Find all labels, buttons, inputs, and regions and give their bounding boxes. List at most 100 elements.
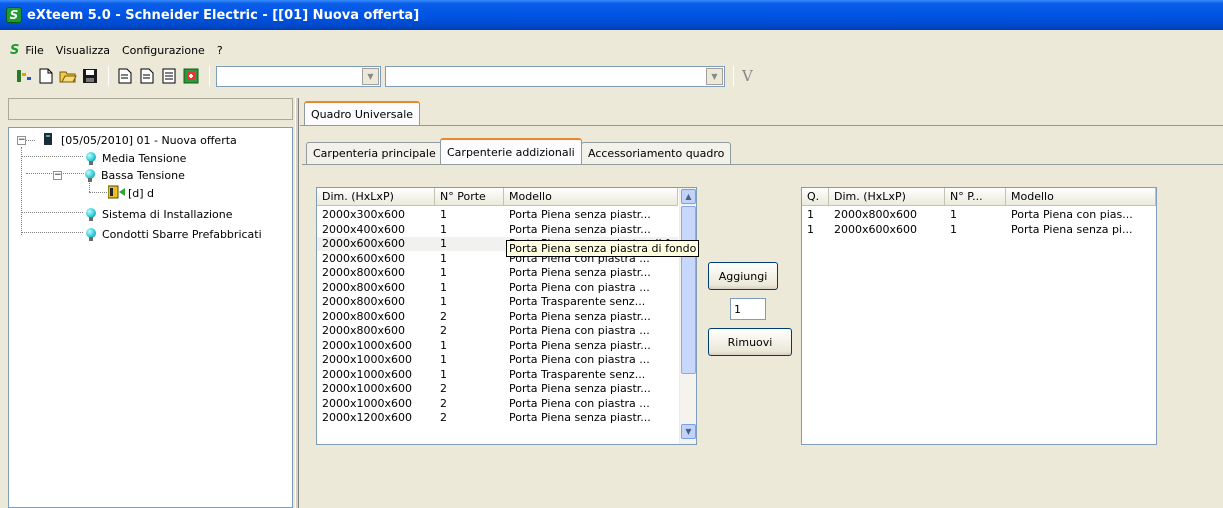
tab-strip-line	[302, 164, 1223, 165]
table-row[interactable]: 2000x1000x600 1 Porta Piena senza piastr..…	[317, 339, 678, 353]
tree-item-media-tensione[interactable]: Media Tensione	[86, 150, 186, 166]
tree-item-label: [d] d	[128, 186, 155, 200]
v-icon[interactable]: V	[742, 67, 753, 85]
cell-dimensions: 2000x1200x600	[322, 411, 413, 424]
filter-combo-2[interactable]: ▼	[385, 65, 725, 87]
tab-quadro-universale[interactable]: Quadro Universale	[304, 101, 421, 125]
cell-model: Porta Piena senza piastr...	[509, 309, 651, 323]
title-bar: S eXteem 5.0 - Schneider Electric - [[01…	[0, 0, 1223, 30]
remove-button[interactable]: Rimuovi	[708, 328, 792, 356]
switchboard-icon	[107, 185, 126, 202]
cell-dimensions: 2000x800x600	[322, 309, 406, 323]
cell-model: Porta Piena senza piastr...	[509, 382, 651, 395]
tree-item-bassa-tensione[interactable]: − Bassa Tensione	[53, 167, 185, 183]
column-header-model[interactable]: Modello	[1006, 188, 1156, 206]
add-button[interactable]: Aggiungi	[708, 262, 778, 290]
table-row[interactable]: 2000x1000x600 2 Porta Piena senza piastr..…	[317, 382, 678, 396]
cell-dimensions: 2000x600x600	[322, 251, 406, 265]
table-row[interactable]: 2000x800x600 1 Porta Trasparente senz...	[317, 295, 678, 309]
tab-accessoriamento-quadro[interactable]: Accessoriamento quadro	[581, 142, 732, 164]
tree-item-label: Bassa Tensione	[101, 168, 185, 182]
offer-icon	[43, 132, 53, 148]
panel-splitter[interactable]	[295, 98, 299, 508]
cell-doors: 2	[440, 382, 447, 395]
app-menu-icon[interactable]: S	[10, 43, 19, 58]
chevron-down-icon[interactable]: ▼	[706, 67, 723, 85]
open-folder-icon[interactable]	[58, 66, 78, 86]
tree-item-condotti-sbarre[interactable]: Condotti Sbarre Prefabbricati	[86, 226, 262, 242]
scrollbar-thumb[interactable]	[681, 206, 696, 374]
menu-file[interactable]: File	[25, 44, 43, 57]
table-row[interactable]: 2000x800x600 1 Porta Piena con piastra ...	[317, 281, 678, 295]
table-row[interactable]: 2000x1000x600 2 Porta Piena con piastra ..…	[317, 397, 678, 411]
tree-icon[interactable]	[14, 66, 34, 86]
available-enclosures-list[interactable]: Dim. (HxLxP) N° Porte Modello 2000x300x6…	[316, 187, 697, 445]
cell-doors: 1	[950, 208, 957, 221]
quantity-input[interactable]: 1	[730, 298, 766, 320]
column-header-dimensions[interactable]: Dim. (HxLxP)	[317, 188, 435, 206]
tree-item-root[interactable]: − [05/05/2010] 01 - Nuova offerta	[17, 132, 237, 148]
cell-dimensions: 2000x800x600	[834, 208, 918, 221]
table-row[interactable]: 1 2000x800x600 1 Porta Piena con pias...	[802, 208, 1156, 222]
table-row[interactable]: 2000x1200x600 2 Porta Piena senza piastr..…	[317, 411, 678, 425]
export-icon[interactable]	[181, 66, 201, 86]
column-header-dimensions[interactable]: Dim. (HxLxP)	[829, 188, 945, 206]
collapse-icon[interactable]: −	[17, 135, 26, 145]
tree-line	[21, 147, 22, 235]
filter-combo-1[interactable]: ▼	[216, 65, 381, 87]
scroll-up-arrow-icon[interactable]: ▲	[681, 189, 696, 204]
cell-doors: 1	[440, 251, 447, 265]
column-header-doors[interactable]: N° Porte	[435, 188, 504, 206]
cell-model: Porta Piena senza piastr...	[509, 208, 651, 221]
column-header-quantity[interactable]: Q.	[802, 188, 829, 206]
table-row[interactable]: 2000x800x600 2 Porta Piena con piastra ...	[317, 324, 678, 338]
toolbar-separator	[209, 66, 210, 86]
table-row[interactable]: 2000x300x600 1 Porta Piena senza piastr...	[317, 208, 678, 222]
cell-doors: 1	[440, 237, 447, 250]
cell-doors: 1	[440, 353, 447, 366]
tree-item-sistema-installazione[interactable]: Sistema di Installazione	[86, 206, 233, 222]
tree-item-switchboard[interactable]: [d] d	[107, 185, 155, 202]
cell-doors: 1	[440, 280, 447, 294]
table-row[interactable]: 2000x1000x600 1 Porta Trasparente senz...	[317, 368, 678, 382]
menu-configurazione[interactable]: Configurazione	[122, 44, 205, 57]
cell-doors: 2	[440, 309, 447, 323]
cell-dimensions: 2000x800x600	[322, 266, 406, 279]
tree-line	[21, 212, 83, 213]
table-row[interactable]: 2000x800x600 1 Porta Piena senza piastr...	[317, 266, 678, 280]
cell-dimensions: 2000x1000x600	[322, 338, 413, 352]
menu-visualizza[interactable]: Visualizza	[56, 44, 110, 57]
column-header-model[interactable]: Modello	[504, 188, 678, 206]
selected-enclosures-list[interactable]: Q. Dim. (HxLxP) N° P... Modello 1 2000x80…	[801, 187, 1157, 445]
project-tree[interactable]: − [05/05/2010] 01 - Nuova offerta Media …	[8, 127, 293, 508]
tab-carpenteria-principale[interactable]: Carpenteria principale	[306, 142, 443, 164]
cell-model: Porta Piena senza piastr...	[509, 338, 651, 352]
cell-model: Porta Piena con pias...	[1011, 208, 1133, 221]
report-icon[interactable]	[137, 66, 157, 86]
cell-doors: 1	[440, 208, 447, 221]
cell-dimensions: 2000x1000x600	[322, 367, 413, 381]
report-icon[interactable]	[115, 66, 135, 86]
tab-carpenterie-addizionali[interactable]: Carpenterie addizionali	[440, 138, 582, 164]
cell-doors: 1	[440, 367, 447, 381]
scroll-down-arrow-icon[interactable]: ▼	[681, 424, 696, 439]
table-row[interactable]: 2000x800x600 2 Porta Piena senza piastr...	[317, 310, 678, 324]
cell-model: Porta Piena con piastra ...	[509, 353, 650, 366]
chevron-down-icon[interactable]: ▼	[362, 67, 379, 85]
vertical-scrollbar[interactable]: ▲ ▼	[679, 188, 696, 444]
save-icon[interactable]	[80, 66, 100, 86]
collapse-icon[interactable]: −	[53, 170, 62, 180]
menu-help[interactable]: ?	[217, 44, 223, 57]
table-row[interactable]: 1 2000x600x600 1 Porta Piena senza pi...	[802, 223, 1156, 237]
cell-model: Porta Piena senza pi...	[1011, 222, 1133, 236]
cell-dimensions: 2000x400x600	[322, 222, 406, 236]
tree-item-label: [05/05/2010] 01 - Nuova offerta	[61, 133, 237, 147]
new-document-icon[interactable]	[36, 66, 56, 86]
table-row[interactable]: 2000x400x600 1 Porta Piena senza piastr...	[317, 223, 678, 237]
toolbar-separator	[108, 66, 109, 86]
column-header-doors[interactable]: N° P...	[945, 188, 1006, 206]
tree-line	[21, 156, 83, 157]
cell-model: Porta Piena senza piastr...	[509, 222, 651, 236]
table-row[interactable]: 2000x1000x600 1 Porta Piena con piastra ..…	[317, 353, 678, 367]
list-report-icon[interactable]	[159, 66, 179, 86]
